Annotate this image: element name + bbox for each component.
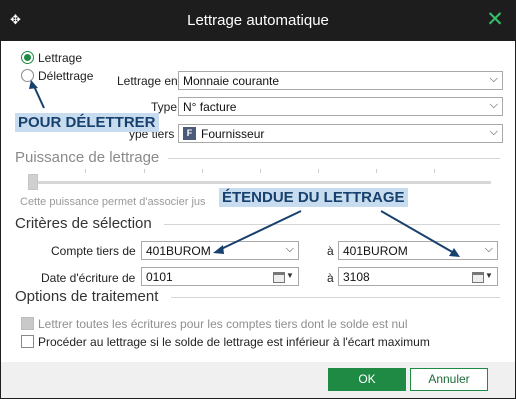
arrow-to-compte-from <box>218 210 302 251</box>
option-ecart-maximum-label: Procéder au lettrage si le solde de lett… <box>38 335 430 349</box>
option-lettrer-soldes-nuls-label: Lettrer toutes les écritures pour les co… <box>38 317 408 331</box>
option-lettrer-soldes-nuls-checkbox[interactable] <box>21 317 34 330</box>
dialog-window: ✥ Lettrage automatique ✕ Lettrage Délett… <box>0 0 516 399</box>
arrow-to-compte-to <box>380 210 455 254</box>
arrowhead-icon <box>213 245 224 254</box>
cancel-button[interactable]: Annuler <box>410 368 488 391</box>
options-section-title: Options de traitement <box>15 288 159 305</box>
arrowhead-icon <box>449 248 460 257</box>
ok-button[interactable]: OK <box>328 368 406 391</box>
arrowhead-icon <box>29 80 38 89</box>
option-ecart-maximum-checkbox[interactable] <box>21 335 34 348</box>
divider <box>171 297 500 298</box>
